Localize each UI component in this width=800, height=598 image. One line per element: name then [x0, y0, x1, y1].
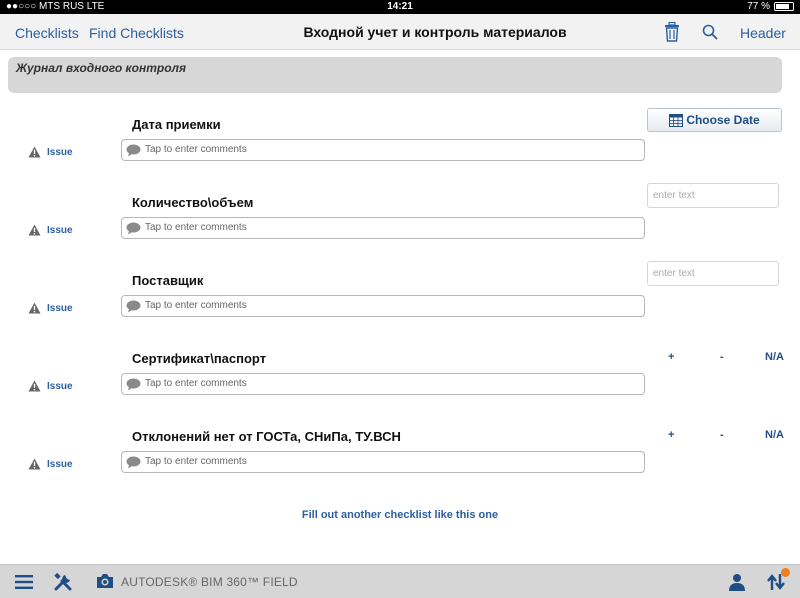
issue-label: Issue [47, 224, 73, 236]
header-button[interactable]: Header [740, 25, 786, 41]
section-header: Журнал входного контроля [8, 57, 782, 93]
comment-field[interactable]: Tap to enter comments [121, 451, 645, 473]
fill-another-checklist-link[interactable]: Fill out another checklist like this one [0, 509, 800, 521]
nav-bar: Checklists Find Checklists Входной учет … [0, 14, 800, 50]
speech-bubble-icon [126, 456, 141, 469]
brand-label: AUTODESK® BIM 360™ FIELD [121, 575, 298, 589]
comment-field[interactable]: Tap to enter comments [121, 373, 645, 395]
comment-placeholder: Tap to enter comments [145, 144, 247, 155]
warning-icon [28, 146, 41, 158]
calendar-icon [669, 113, 684, 127]
issue-label: Issue [47, 146, 73, 158]
camera-icon[interactable] [95, 573, 115, 594]
user-icon[interactable] [728, 573, 746, 596]
comment-field[interactable]: Tap to enter comments [121, 217, 645, 239]
checklists-link[interactable]: Checklists [15, 25, 79, 41]
issue-button[interactable]: Issue [28, 302, 73, 314]
choose-date-label: Choose Date [686, 113, 760, 127]
warning-icon [28, 224, 41, 236]
comment-placeholder: Tap to enter comments [145, 300, 247, 311]
issue-label: Issue [47, 458, 73, 470]
search-icon[interactable] [702, 24, 718, 45]
menu-icon[interactable] [15, 575, 33, 594]
comment-field[interactable]: Tap to enter comments [121, 139, 645, 161]
trash-icon[interactable] [664, 21, 680, 47]
option-minus-button[interactable]: - [720, 351, 724, 363]
warning-icon [28, 458, 41, 470]
comment-placeholder: Tap to enter comments [145, 222, 247, 233]
battery-percent: 77 % [747, 1, 770, 12]
warning-icon [28, 380, 41, 392]
issue-label: Issue [47, 302, 73, 314]
issue-label: Issue [47, 380, 73, 392]
issue-button[interactable]: Issue [28, 224, 73, 236]
item-title: Отклонений нет от ГОСТа, СНиПа, ТУ.ВСН [132, 429, 401, 444]
comment-placeholder: Tap to enter comments [145, 456, 247, 467]
tools-icon[interactable] [54, 572, 72, 596]
speech-bubble-icon [126, 300, 141, 313]
find-checklists-link[interactable]: Find Checklists [89, 25, 184, 41]
page-title: Входной учет и контроль материалов [303, 24, 567, 40]
checklist-item: Поставщик enter text Issue Tap to enter … [0, 261, 800, 351]
option-plus-button[interactable]: + [668, 351, 674, 363]
speech-bubble-icon [126, 378, 141, 391]
speech-bubble-icon [126, 222, 141, 235]
issue-button[interactable]: Issue [28, 146, 73, 158]
clock: 14:21 [387, 1, 413, 12]
battery-icon [774, 2, 794, 11]
option-na-button[interactable]: N/A [765, 351, 784, 363]
issue-button[interactable]: Issue [28, 380, 73, 392]
choose-date-button[interactable]: Choose Date [647, 108, 782, 132]
item-title: Поставщик [132, 273, 204, 288]
bottom-toolbar: AUTODESK® BIM 360™ FIELD [0, 564, 800, 598]
option-minus-button[interactable]: - [720, 429, 724, 441]
checklist-item: Сертификат\паспорт + - N/A Issue Tap to en… [0, 351, 800, 429]
option-plus-button[interactable]: + [668, 429, 674, 441]
item-title: Количество\объем [132, 195, 254, 210]
text-input-placeholder: enter text [653, 268, 695, 279]
notification-badge [781, 568, 790, 577]
item-title: Дата приемки [132, 117, 221, 132]
text-input[interactable]: enter text [647, 183, 779, 208]
warning-icon [28, 302, 41, 314]
checklist-item: Отклонений нет от ГОСТа, СНиПа, ТУ.ВСН +… [0, 429, 800, 507]
text-input-placeholder: enter text [653, 190, 695, 201]
comment-placeholder: Tap to enter comments [145, 378, 247, 389]
speech-bubble-icon [126, 144, 141, 157]
issue-button[interactable]: Issue [28, 458, 73, 470]
comment-field[interactable]: Tap to enter comments [121, 295, 645, 317]
text-input[interactable]: enter text [647, 261, 779, 286]
item-title: Сертификат\паспорт [132, 351, 267, 366]
battery-indicator: 77 % [747, 1, 794, 12]
status-bar: ●●○○○ MTS RUS LTE 14:21 77 % [0, 0, 800, 14]
option-na-button[interactable]: N/A [765, 429, 784, 441]
sync-icon[interactable] [767, 573, 785, 596]
section-title: Журнал входного контроля [16, 61, 187, 75]
